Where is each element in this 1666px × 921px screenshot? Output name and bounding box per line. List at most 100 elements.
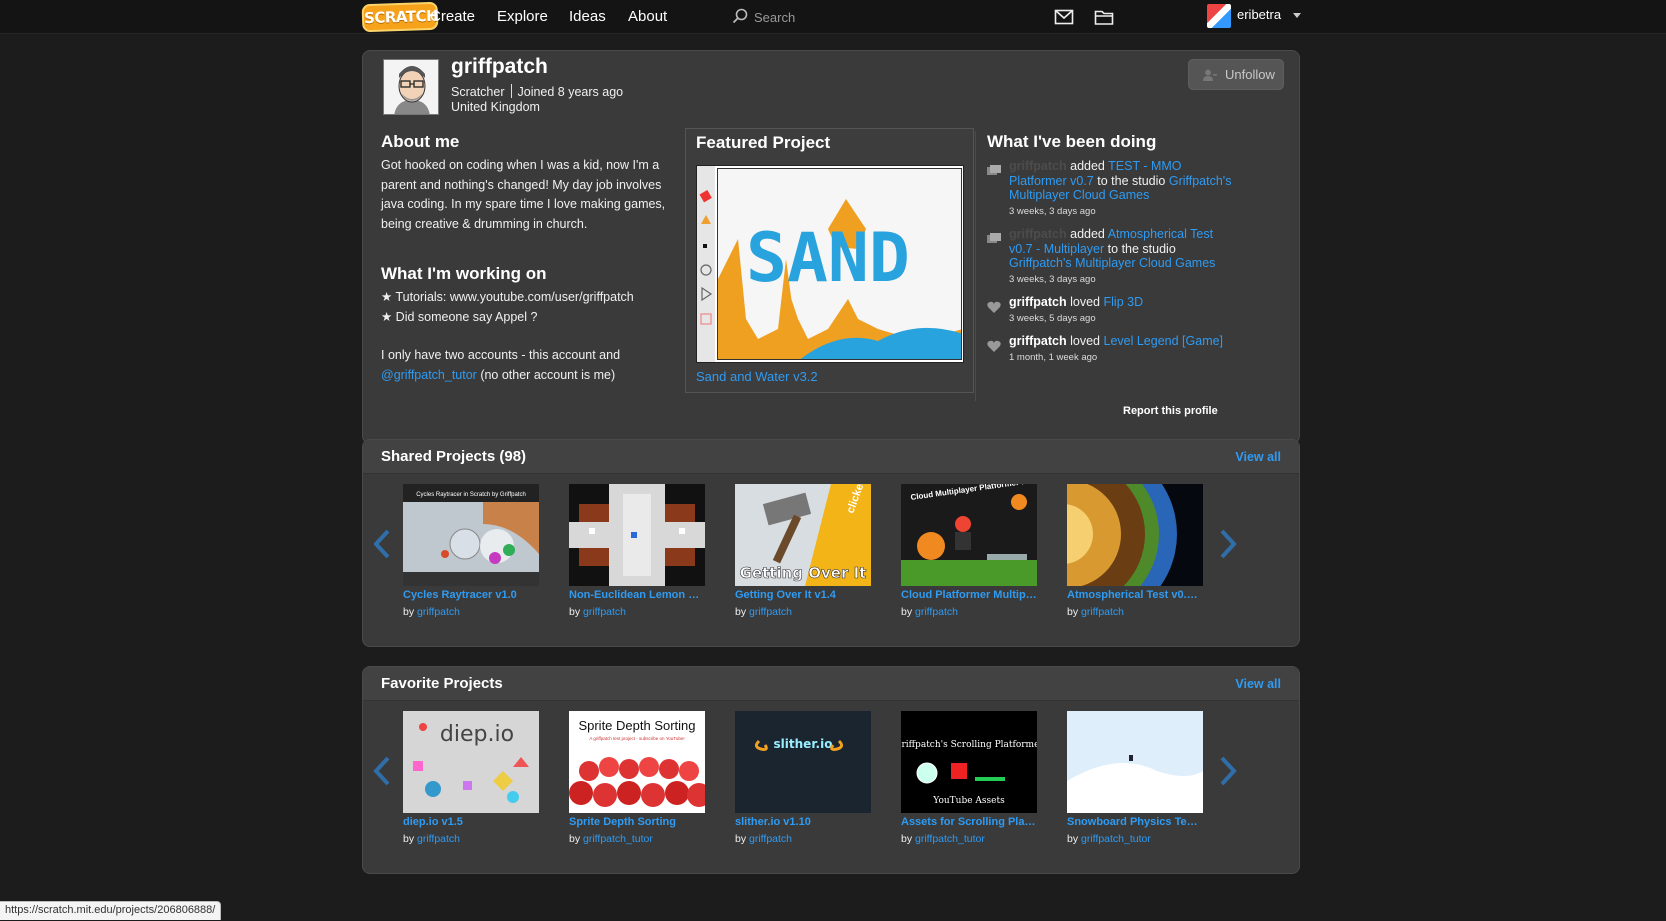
project-thumbnail[interactable]: Griffpatch's Scrolling Platformer YouTub… bbox=[901, 711, 1037, 813]
activity-project-link[interactable]: Flip 3D bbox=[1104, 295, 1144, 309]
project-byline: by griffpatch bbox=[735, 833, 793, 845]
unfollow-button[interactable]: Unfollow bbox=[1188, 59, 1284, 90]
project-title[interactable]: slither.io v1.10 bbox=[735, 816, 871, 828]
working-line: ★ Did someone say Appel ? bbox=[381, 309, 538, 324]
divider bbox=[975, 131, 976, 401]
carousel-next-arrow-icon[interactable] bbox=[1219, 755, 1237, 787]
project-thumbnail[interactable] bbox=[569, 484, 705, 586]
about-me-text: Got hooked on coding when I was a kid, n… bbox=[381, 156, 671, 234]
activity-time: 1 month, 1 week ago bbox=[1009, 351, 1098, 363]
heart-icon bbox=[987, 340, 1001, 352]
project-title[interactable]: Snowboard Physics Test ... bbox=[1067, 816, 1203, 828]
nav-explore[interactable]: Explore bbox=[497, 0, 548, 34]
project-author-link[interactable]: griffpatch bbox=[915, 606, 958, 618]
activity-actor[interactable]: griffpatch bbox=[1009, 334, 1067, 348]
profile-location: United Kingdom bbox=[451, 100, 540, 114]
about-line: Got hooked on coding when I was a kid, n… bbox=[381, 158, 660, 172]
activity-actor[interactable]: griffpatch bbox=[1009, 295, 1067, 309]
profile-role: Scratcher bbox=[451, 85, 505, 99]
project-thumbnail[interactable]: Cloud Multiplayer Platformer Fun! bbox=[901, 484, 1037, 586]
project-byline: by griffpatch bbox=[1067, 606, 1125, 618]
shared-projects-panel: Shared Projects (98) View all Cycles Ray… bbox=[362, 439, 1300, 647]
project-title[interactable]: Sprite Depth Sorting bbox=[569, 816, 705, 828]
favorite-projects-header: Favorite Projects View all bbox=[363, 667, 1299, 701]
project-thumbnail[interactable]: slither.io bbox=[735, 711, 871, 813]
profile-joined: Joined 8 years ago bbox=[517, 85, 624, 99]
browser-status-url: https://scratch.mit.edu/projects/2068068… bbox=[0, 901, 222, 920]
messages-icon[interactable] bbox=[1054, 8, 1074, 26]
project-author-link[interactable]: griffpatch bbox=[749, 606, 792, 618]
project-author-link[interactable]: griffpatch_tutor bbox=[583, 833, 653, 845]
project-title[interactable]: diep.io v1.5 bbox=[403, 816, 539, 828]
project-author-link[interactable]: griffpatch bbox=[749, 833, 792, 845]
project-byline: by griffpatch bbox=[735, 606, 793, 618]
carousel-prev-arrow-icon[interactable] bbox=[373, 528, 391, 560]
shared-view-all-link[interactable]: View all bbox=[1235, 450, 1281, 464]
about-me-heading: About me bbox=[381, 132, 460, 151]
nav-create[interactable]: Create bbox=[430, 0, 475, 34]
activity-project-link[interactable]: Level Legend [Game] bbox=[1104, 334, 1224, 348]
project-title[interactable]: Assets for Scrolling Platf... bbox=[901, 816, 1037, 828]
project-author-link[interactable]: griffpatch bbox=[417, 606, 460, 618]
carousel-next-arrow-icon[interactable] bbox=[1219, 528, 1237, 560]
about-line: parent and nothing's changed! My day job… bbox=[381, 177, 662, 192]
project-title[interactable]: Getting Over It v1.4 bbox=[735, 589, 871, 601]
accounts-line: I only have two accounts - this account … bbox=[381, 348, 621, 362]
sand-game-canvas: SAND bbox=[717, 168, 962, 360]
project-author-link[interactable]: griffpatch bbox=[1081, 606, 1124, 618]
project-thumbnail[interactable]: diep.io bbox=[403, 711, 539, 813]
project-title[interactable]: Cycles Raytracer v1.0 bbox=[403, 589, 539, 601]
project-thumbnail[interactable] bbox=[1067, 711, 1203, 813]
project-thumbnail[interactable]: Cycles Raytracer in Scratch by Griffpatc… bbox=[403, 484, 539, 586]
project-byline: by griffpatch_tutor bbox=[569, 833, 653, 845]
project-title[interactable]: Atmospherical Test v0.7 -... bbox=[1067, 589, 1203, 601]
svg-text:A griffpatch test project - su: A griffpatch test project - subscribe on… bbox=[589, 736, 684, 741]
accounts-line-tail: (no other account is me) bbox=[476, 367, 616, 382]
studio-icon bbox=[987, 233, 1001, 243]
project-author-link[interactable]: griffpatch_tutor bbox=[1081, 833, 1151, 845]
activity-verb: added bbox=[1070, 227, 1105, 241]
user-minus-icon bbox=[1203, 69, 1217, 81]
project-byline: by griffpatch_tutor bbox=[1067, 833, 1151, 845]
project-thumbnail[interactable] bbox=[1067, 484, 1203, 586]
shared-projects-header: Shared Projects (98) View all bbox=[363, 440, 1299, 474]
activity-actor[interactable]: griffpatch bbox=[1009, 159, 1067, 173]
working-on-heading: What I'm working on bbox=[381, 264, 547, 283]
favorites-view-all-link[interactable]: View all bbox=[1235, 677, 1281, 691]
tutor-account-link[interactable]: @griffpatch_tutor bbox=[381, 368, 477, 382]
project-author-link[interactable]: griffpatch_tutor bbox=[915, 833, 985, 845]
activity-actor[interactable]: griffpatch bbox=[1009, 227, 1067, 241]
activity-verb: loved bbox=[1070, 334, 1101, 348]
report-profile-link[interactable]: Report this profile bbox=[1123, 405, 1218, 417]
project-title[interactable]: Cloud Platformer Multipl... bbox=[901, 589, 1037, 601]
scratch-logo[interactable]: SCRATCH bbox=[361, 1, 439, 33]
project-author-link[interactable]: griffpatch bbox=[583, 606, 626, 618]
featured-project-title[interactable]: Sand and Water v3.2 bbox=[696, 369, 818, 384]
chevron-down-icon bbox=[1293, 13, 1301, 18]
working-on-text: ★ Tutorials: www.youtube.com/user/griffp… bbox=[381, 288, 681, 385]
featured-project-thumbnail[interactable]: SAND bbox=[696, 165, 964, 363]
search-input[interactable] bbox=[754, 6, 1054, 28]
activity-time: 3 weeks, 3 days ago bbox=[1009, 205, 1096, 217]
account-menu[interactable]: eribetra bbox=[1207, 4, 1307, 30]
profile-panel: griffpatch Scratcher Joined 8 years ago U… bbox=[362, 50, 1300, 444]
favorite-projects-panel: Favorite Projects View all diep.io diep.… bbox=[362, 666, 1300, 874]
my-stuff-folder-icon[interactable] bbox=[1094, 8, 1114, 26]
nav-ideas[interactable]: Ideas bbox=[569, 0, 606, 34]
carousel-prev-arrow-icon[interactable] bbox=[373, 755, 391, 787]
activity-studio-link[interactable]: Griffpatch's Multiplayer Cloud Games bbox=[1009, 256, 1215, 270]
search-icon bbox=[732, 8, 748, 24]
activity-item: griffpatch added TEST - MMO Platformer v… bbox=[987, 159, 1237, 219]
activity-item: griffpatch added Atmospherical Test v0.7… bbox=[987, 227, 1237, 287]
nav-about[interactable]: About bbox=[628, 0, 667, 34]
project-thumbnail[interactable]: Sprite Depth Sorting A griffpatch test p… bbox=[569, 711, 705, 813]
search-box[interactable] bbox=[732, 6, 1062, 28]
paint-toolbar bbox=[697, 166, 715, 362]
project-byline: by griffpatch_tutor bbox=[901, 833, 985, 845]
project-thumbnail[interactable]: clicked Getting Over It bbox=[735, 484, 871, 586]
heart-icon bbox=[987, 301, 1001, 313]
project-title[interactable]: Non-Euclidean Lemon Gr... bbox=[569, 589, 705, 601]
project-byline: by griffpatch bbox=[901, 606, 959, 618]
project-author-link[interactable]: griffpatch bbox=[417, 833, 460, 845]
favorite-projects-title: Favorite Projects bbox=[381, 675, 503, 692]
